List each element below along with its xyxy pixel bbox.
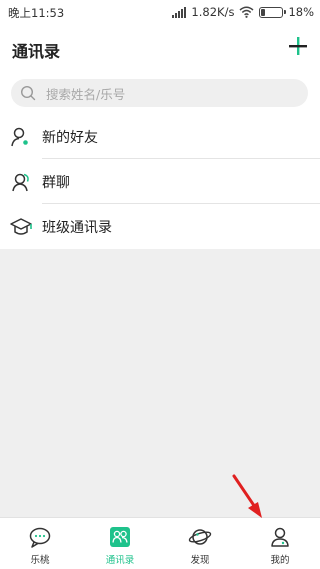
nav-item-contacts[interactable]: 通讯录 [80,518,160,569]
graduation-cap-icon [9,215,33,239]
planet-icon [188,526,212,548]
nav-label: 通讯录 [105,555,135,566]
contacts-icon [108,526,132,548]
contact-menu-list: 新的好友 群聊 班级通讯录 [0,114,320,249]
status-time: 晚上11:53 [8,6,65,20]
page-title: 通讯录 [12,42,61,61]
bottom-nav: 乐桃 通讯录 发现 我的 [0,517,320,569]
plus-icon[interactable] [288,36,308,56]
search-placeholder: 搜索姓名/乐号 [46,86,126,102]
list-item-group-chat[interactable]: 群聊 [0,159,320,204]
list-item-label: 新的好友 [42,129,98,146]
nav-item-letao[interactable]: 乐桃 [0,518,80,569]
search-input[interactable]: 搜索姓名/乐号 [11,79,308,107]
group-chat-icon [9,170,33,194]
network-speed: 1.82K/s [191,5,235,19]
chat-bubble-icon [28,526,52,548]
list-item-class-contacts[interactable]: 班级通讯录 [0,204,320,249]
profile-icon [268,526,292,548]
nav-item-mine[interactable]: 我的 [240,518,320,569]
list-item-label: 群聊 [42,174,70,191]
wifi-icon [239,6,254,18]
list-item-new-friends[interactable]: 新的好友 [0,114,320,159]
add-friend-icon [9,125,33,149]
status-bar: 晚上11:53 1.82K/s 18% [0,0,320,24]
battery-icon [259,6,286,18]
red-arrow-annotation [232,474,262,518]
nav-item-discover[interactable]: 发现 [160,518,240,569]
nav-label: 发现 [190,555,210,566]
list-item-label: 班级通讯录 [42,219,112,236]
nav-label: 我的 [270,555,290,566]
nav-label: 乐桃 [30,555,50,566]
search-icon [20,85,36,101]
signal-icon [172,6,187,18]
battery-percent: 18% [288,5,314,19]
status-indicators: 1.82K/s 18% [172,3,314,21]
